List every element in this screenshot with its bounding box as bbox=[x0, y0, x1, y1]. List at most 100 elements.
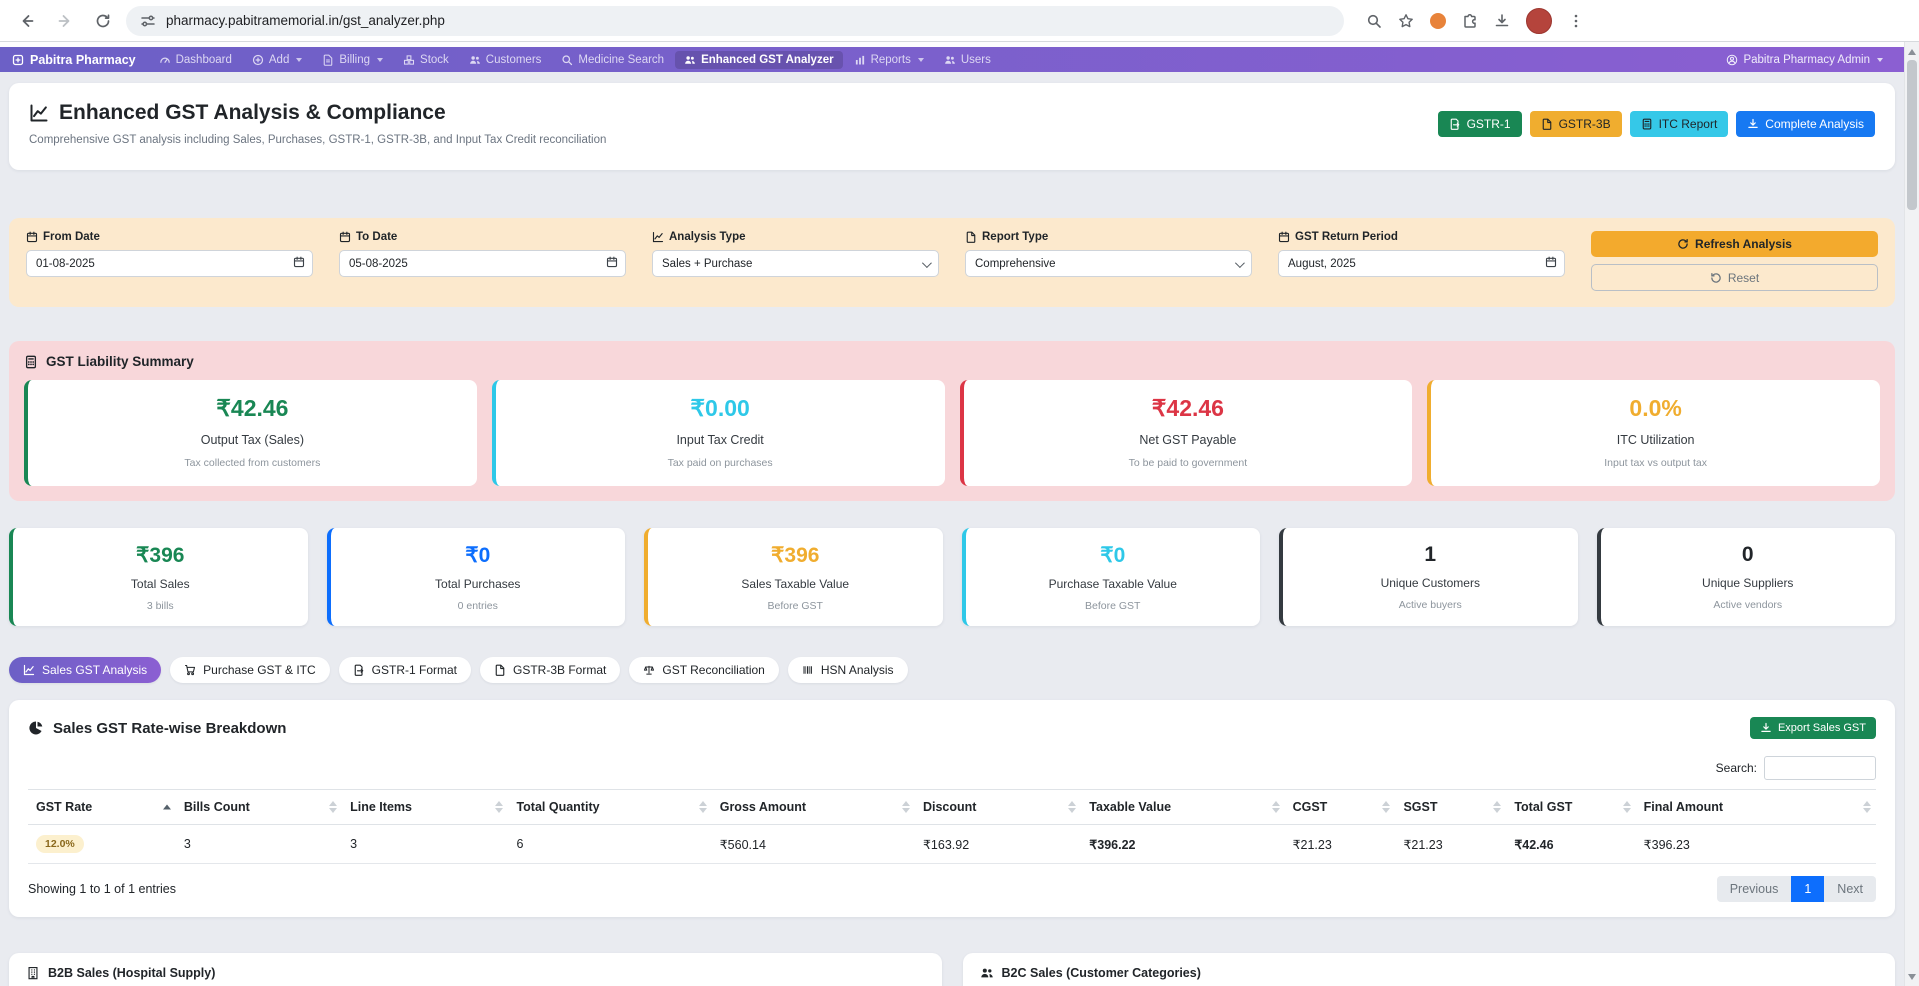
dashboard-icon bbox=[159, 54, 171, 66]
column-header-gst-rate[interactable]: GST Rate bbox=[28, 790, 176, 825]
extension-icon[interactable] bbox=[1430, 13, 1446, 29]
report-type-select[interactable]: Comprehensive bbox=[965, 250, 1252, 277]
vertical-scrollbar[interactable] bbox=[1904, 42, 1919, 986]
navbar-item-add[interactable]: Add bbox=[243, 51, 311, 69]
total-purchases-label: Total Purchases bbox=[339, 577, 618, 591]
browser-back-button[interactable] bbox=[12, 6, 42, 36]
cell-gross-amount: ₹560.14 bbox=[712, 825, 915, 864]
table-header-row: GST Rate Bills Count Line Items Total Qu… bbox=[28, 790, 1876, 825]
browser-menu-kebab-icon[interactable] bbox=[1568, 13, 1584, 29]
users-icon bbox=[944, 54, 956, 66]
stat-card-unique-suppliers: 0 Unique Suppliers Active vendors bbox=[1597, 528, 1896, 626]
navbar-item-enhanced-gst-analyzer[interactable]: Enhanced GST Analyzer bbox=[675, 51, 843, 69]
pharmacy-logo-icon bbox=[12, 54, 24, 66]
gstr3b-button[interactable]: GSTR-3B bbox=[1530, 111, 1622, 137]
downloads-icon[interactable] bbox=[1494, 13, 1510, 29]
from-date-input[interactable] bbox=[26, 250, 313, 277]
browser-profile-avatar[interactable] bbox=[1526, 8, 1552, 34]
column-header-bills-count[interactable]: Bills Count bbox=[176, 790, 342, 825]
pagination-next-button[interactable]: Next bbox=[1824, 876, 1876, 902]
tab-gst-reconciliation[interactable]: GST Reconciliation bbox=[629, 657, 779, 683]
navbar-item-medicine-search[interactable]: Medicine Search bbox=[552, 51, 673, 69]
stat-card-sales-taxable-value: ₹396 Sales Taxable Value Before GST bbox=[644, 528, 943, 626]
stats-row: ₹396 Total Sales 3 bills ₹0 Total Purcha… bbox=[9, 528, 1895, 626]
chart-line-icon bbox=[29, 103, 49, 123]
navbar-item-users[interactable]: Users bbox=[935, 51, 1000, 69]
export-sales-gst-button[interactable]: Export Sales GST bbox=[1750, 717, 1876, 739]
to-date-label: To Date bbox=[339, 231, 626, 243]
browser-toolbar: pharmacy.pabitramemorial.in/gst_analyzer… bbox=[0, 0, 1919, 42]
refresh-analysis-button[interactable]: Refresh Analysis bbox=[1591, 231, 1878, 257]
navbar-item-stock[interactable]: Stock bbox=[394, 51, 458, 69]
scrollbar-thumb[interactable] bbox=[1907, 60, 1917, 210]
navbar-item-customers[interactable]: Customers bbox=[460, 51, 551, 69]
scrollbar-up-arrow-icon[interactable] bbox=[1905, 44, 1919, 59]
reset-button[interactable]: Reset bbox=[1591, 264, 1878, 291]
refresh-icon bbox=[1677, 238, 1689, 250]
sales-gst-breakdown-title: Sales GST Rate-wise Breakdown bbox=[28, 720, 286, 737]
calculator-icon bbox=[1641, 118, 1653, 130]
stat-card-total-purchases: ₹0 Total Purchases 0 entries bbox=[327, 528, 626, 626]
gstr1-button[interactable]: GSTR-1 bbox=[1438, 111, 1522, 137]
brand[interactable]: Pabitra Pharmacy bbox=[12, 53, 136, 67]
table-search-input[interactable] bbox=[1764, 756, 1876, 780]
column-header-taxable-value[interactable]: Taxable Value bbox=[1081, 790, 1284, 825]
column-header-total-quantity[interactable]: Total Quantity bbox=[508, 790, 711, 825]
tab-hsn-analysis[interactable]: HSN Analysis bbox=[788, 657, 908, 683]
stat-card-unique-customers: 1 Unique Customers Active buyers bbox=[1279, 528, 1578, 626]
cell-bills-count: 3 bbox=[176, 825, 342, 864]
caret-down-icon bbox=[377, 58, 383, 62]
column-header-sgst[interactable]: SGST bbox=[1395, 790, 1506, 825]
sort-icon bbox=[902, 801, 910, 813]
calendar-icon bbox=[1545, 256, 1557, 268]
column-header-gross-amount[interactable]: Gross Amount bbox=[712, 790, 915, 825]
extensions-puzzle-icon[interactable] bbox=[1462, 13, 1478, 29]
caret-down-icon bbox=[296, 58, 302, 62]
column-header-final-amount[interactable]: Final Amount bbox=[1636, 790, 1876, 825]
browser-forward-button[interactable] bbox=[50, 6, 80, 36]
sort-icon bbox=[1272, 801, 1280, 813]
unique-suppliers-value: 0 bbox=[1609, 543, 1888, 567]
to-date-input[interactable] bbox=[339, 250, 626, 277]
zoom-lens-icon[interactable] bbox=[1366, 13, 1382, 29]
tab-gstr3b-format[interactable]: GSTR-3B Format bbox=[480, 657, 620, 683]
from-date-label: From Date bbox=[26, 231, 313, 243]
sort-icon bbox=[1863, 801, 1871, 813]
purchase-taxable-subtext: Before GST bbox=[974, 600, 1253, 612]
tab-sales-gst-analysis[interactable]: Sales GST Analysis bbox=[9, 657, 161, 683]
b2b-sales-title: B2B Sales (Hospital Supply) bbox=[26, 966, 925, 980]
gst-return-period-input[interactable] bbox=[1278, 250, 1565, 277]
column-header-total-gst[interactable]: Total GST bbox=[1506, 790, 1635, 825]
navbar-item-dashboard[interactable]: Dashboard bbox=[150, 51, 241, 69]
tab-purchase-gst-itc[interactable]: Purchase GST & ITC bbox=[170, 657, 329, 683]
bookmark-star-icon[interactable] bbox=[1398, 13, 1414, 29]
sales-gst-breakdown-card: Sales GST Rate-wise Breakdown Export Sal… bbox=[9, 700, 1895, 917]
navbar-item-reports[interactable]: Reports bbox=[845, 51, 933, 69]
shopping-cart-icon bbox=[184, 664, 196, 676]
report-type-label: Report Type bbox=[965, 231, 1252, 243]
navbar-user-menu[interactable]: Pabitra Pharmacy Admin bbox=[1717, 51, 1892, 69]
sort-icon bbox=[495, 801, 503, 813]
undo-icon bbox=[1710, 272, 1722, 284]
itc-report-button[interactable]: ITC Report bbox=[1630, 111, 1729, 137]
pagination-previous-button[interactable]: Previous bbox=[1717, 876, 1792, 902]
table-info-text: Showing 1 to 1 of 1 entries bbox=[28, 882, 176, 896]
analysis-type-select[interactable]: Sales + Purchase bbox=[652, 250, 939, 277]
browser-reload-button[interactable] bbox=[88, 6, 118, 36]
scrollbar-down-arrow-icon[interactable] bbox=[1905, 969, 1919, 984]
b2c-sales-title: B2C Sales (Customer Categories) bbox=[980, 966, 1879, 980]
tab-gstr1-format[interactable]: GSTR-1 Format bbox=[339, 657, 471, 683]
address-bar[interactable]: pharmacy.pabitramemorial.in/gst_analyzer… bbox=[126, 6, 1344, 36]
column-header-cgst[interactable]: CGST bbox=[1285, 790, 1396, 825]
column-header-line-items[interactable]: Line Items bbox=[342, 790, 508, 825]
unique-suppliers-subtext: Active vendors bbox=[1609, 599, 1888, 611]
stat-card-total-sales: ₹396 Total Sales 3 bills bbox=[9, 528, 308, 626]
page-title: Enhanced GST Analysis & Compliance bbox=[29, 101, 606, 125]
input-tax-credit-subtext: Tax paid on purchases bbox=[506, 457, 935, 469]
column-header-discount[interactable]: Discount bbox=[915, 790, 1081, 825]
net-gst-payable-subtext: To be paid to government bbox=[974, 457, 1403, 469]
pagination-page-1-button[interactable]: 1 bbox=[1791, 876, 1824, 902]
pagination: Previous 1 Next bbox=[1717, 876, 1876, 902]
navbar-item-billing[interactable]: Billing bbox=[313, 51, 392, 69]
complete-analysis-button[interactable]: Complete Analysis bbox=[1736, 111, 1875, 137]
